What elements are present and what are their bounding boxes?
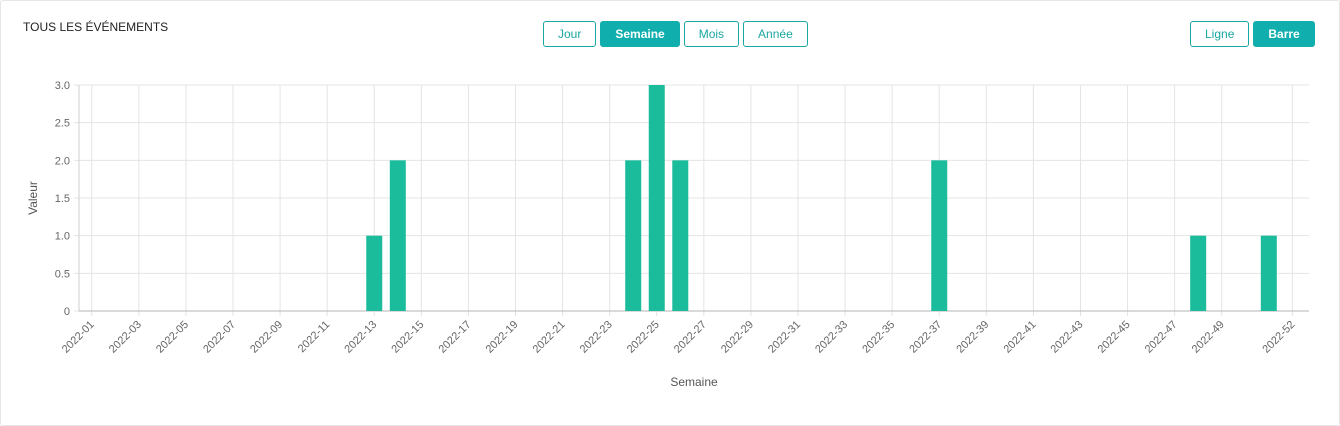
y-tick-label: 2.5: [55, 118, 70, 130]
x-tick-label: 2022-49: [1190, 319, 1227, 356]
y-tick-label: 1.0: [55, 231, 70, 243]
bar-2022-48: [1190, 235, 1207, 311]
bar-chart: 0 0.5 1.0 1.5 2.0 2.5 3.0 2022-01 2022-03 2022-05…: [26, 80, 1309, 389]
x-tick-label: 2022-33: [813, 319, 850, 356]
period-week-button[interactable]: Semaine: [600, 21, 680, 47]
period-toggle: Jour Semaine Mois Année: [543, 21, 812, 47]
x-tick-label: 2022-41: [1001, 319, 1038, 356]
bar-2022-37: [931, 160, 948, 311]
x-tick-label: 2022-25: [625, 319, 662, 356]
x-tick-label: 2022-29: [719, 319, 756, 356]
period-month-button[interactable]: Mois: [683, 21, 740, 47]
bar-2022-26: [672, 160, 689, 311]
y-tick-label: 3.0: [55, 80, 70, 92]
y-tick-label: 0.5: [55, 268, 70, 280]
line-mode-button[interactable]: Ligne: [1190, 21, 1250, 47]
bar-2022-14: [389, 160, 406, 311]
grid-lines: [74, 84, 1309, 316]
x-tick-label: 2022-09: [248, 319, 285, 356]
bar-2022-51: [1260, 235, 1277, 311]
y-tick-label: 0: [64, 306, 70, 318]
x-tick-label: 2022-45: [1096, 319, 1133, 356]
x-tick-label: 2022-05: [154, 319, 191, 356]
y-tick-label: 2.0: [55, 155, 70, 167]
x-tick-label: 2022-01: [60, 319, 97, 356]
x-axis-title: Semaine: [670, 375, 718, 389]
x-tick-label: 2022-39: [954, 319, 991, 356]
x-tick-label: 2022-11: [296, 319, 332, 355]
period-day-button[interactable]: Jour: [543, 21, 597, 47]
chart-panel: TOUS LES ÉVÉNEMENTS Jour Semaine Mois An…: [0, 0, 1340, 426]
x-tick-label: 2022-35: [860, 319, 897, 356]
x-tick-label: 2022-21: [531, 319, 568, 356]
page-title: TOUS LES ÉVÉNEMENTS: [23, 20, 169, 34]
x-tick-label: 2022-31: [766, 319, 803, 356]
x-tick-label: 2022-47: [1143, 319, 1180, 356]
bar-2022-25: [648, 85, 665, 311]
x-tick-label: 2022-07: [201, 319, 238, 356]
x-tick-label: 2022-37: [907, 319, 944, 356]
y-tick-label: 1.5: [55, 193, 70, 205]
x-tick-label: 2022-03: [107, 319, 144, 356]
x-tick-label: 2022-17: [437, 319, 474, 356]
x-tick-label: 2022-13: [342, 319, 379, 356]
bar-mode-button[interactable]: Barre: [1253, 21, 1315, 47]
x-tick-label: 2022-27: [672, 319, 709, 356]
x-tick-label: 2022-23: [578, 319, 615, 356]
y-axis-title: Valeur: [26, 181, 40, 215]
x-tick-label: 2022-19: [484, 319, 521, 356]
x-tick-label: 2022-52: [1260, 319, 1297, 356]
bar-2022-24: [625, 160, 642, 311]
x-tick-label: 2022-15: [389, 319, 426, 356]
bar-2022-13: [366, 235, 383, 311]
period-year-button[interactable]: Année: [743, 21, 808, 47]
chart-mode-toggle: Ligne Barre: [1190, 21, 1319, 47]
x-tick-label: 2022-43: [1049, 319, 1086, 356]
